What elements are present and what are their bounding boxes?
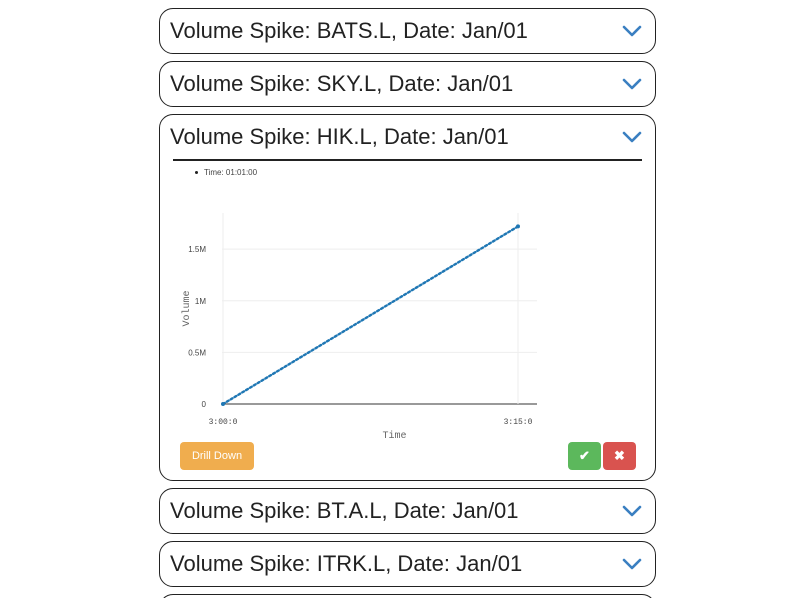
x-tick-label: 3:00:0 bbox=[209, 418, 238, 427]
alert-panel-bats: Volume Spike: BATS.L, Date: Jan/01 bbox=[159, 8, 656, 54]
data-point bbox=[221, 402, 225, 406]
y-axis-title: Volume bbox=[181, 290, 193, 326]
series-line bbox=[221, 225, 520, 406]
alert-panel-hik: Volume Spike: HIK.L, Date: Jan/01 Time: … bbox=[159, 114, 656, 481]
panel-title: Volume Spike: SKY.L, Date: Jan/01 bbox=[170, 71, 514, 96]
panel-header[interactable]: Volume Spike: ITRK.L, Date: Jan/01 bbox=[160, 542, 655, 586]
panel-header[interactable]: Volume Spike: BATS.L, Date: Jan/01 bbox=[160, 9, 655, 53]
panel-title: Volume Spike: BATS.L, Date: Jan/01 bbox=[170, 18, 528, 43]
drill-down-button[interactable]: Drill Down bbox=[180, 442, 254, 470]
chevron-down-icon[interactable] bbox=[621, 553, 643, 575]
volume-chart: 0 0.5M 1M 1.5M 3:00:0 3:15:0 Time Volume bbox=[181, 213, 537, 442]
check-icon: ✔ bbox=[579, 448, 590, 463]
x-axis-title: Time bbox=[382, 430, 406, 442]
panel-title: Volume Spike: BT.A.L, Date: Jan/01 bbox=[170, 498, 519, 523]
close-icon: ✖ bbox=[614, 448, 625, 463]
x-tick-label: 3:15:0 bbox=[504, 418, 533, 427]
panel-header[interactable]: Volume Spike: SKY.L, Date: Jan/01 bbox=[160, 62, 655, 106]
data-point bbox=[516, 224, 520, 229]
alert-panel-bt: Volume Spike: BT.A.L, Date: Jan/01 bbox=[159, 488, 656, 534]
chevron-down-icon[interactable] bbox=[621, 20, 643, 42]
accept-button[interactable]: ✔ bbox=[568, 442, 601, 470]
reject-button[interactable]: ✖ bbox=[603, 442, 636, 470]
y-tick-label: 0 bbox=[202, 400, 207, 409]
y-tick-label: 1M bbox=[195, 297, 206, 306]
alert-panel-next bbox=[159, 594, 656, 598]
panel-title: Volume Spike: ITRK.L, Date: Jan/01 bbox=[170, 551, 523, 576]
panel-header[interactable]: Volume Spike: BT.A.L, Date: Jan/01 bbox=[160, 489, 655, 533]
y-tick-label: 0.5M bbox=[188, 348, 206, 357]
alert-panel-itrk: Volume Spike: ITRK.L, Date: Jan/01 bbox=[159, 541, 656, 587]
alert-panel-sky: Volume Spike: SKY.L, Date: Jan/01 bbox=[159, 61, 656, 107]
y-tick-label: 1.5M bbox=[188, 245, 206, 254]
chevron-down-icon[interactable] bbox=[621, 73, 643, 95]
chevron-down-icon[interactable] bbox=[621, 500, 643, 522]
